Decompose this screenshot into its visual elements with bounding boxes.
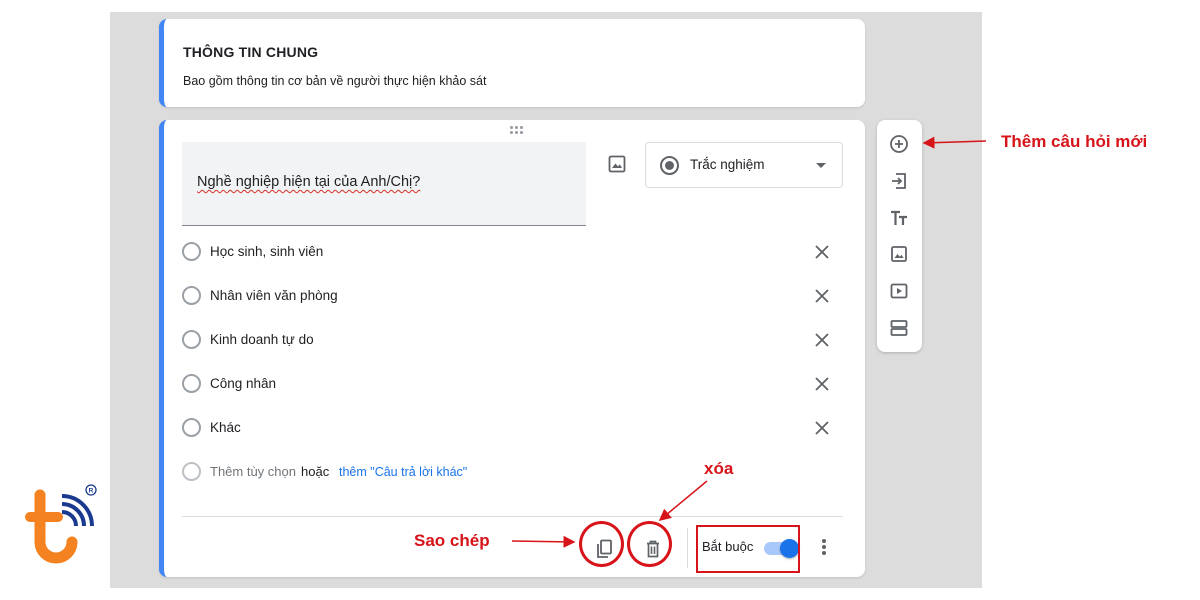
annotation-add-question: Thêm câu hỏi mới [1001, 132, 1148, 151]
delete-highlight-circle [627, 521, 672, 567]
annotation-copy: Sao chép [414, 531, 490, 550]
brand-logo: R [18, 480, 98, 575]
annotation-arrows [511, 136, 987, 548]
screenshot-stage: THÔNG TIN CHUNG Bao gồm thông tin cơ bản… [0, 0, 1200, 600]
annotation-delete: xóa [704, 459, 734, 478]
svg-text:R: R [89, 487, 94, 494]
required-highlight-box [696, 525, 800, 573]
copy-highlight-circle [579, 521, 624, 567]
